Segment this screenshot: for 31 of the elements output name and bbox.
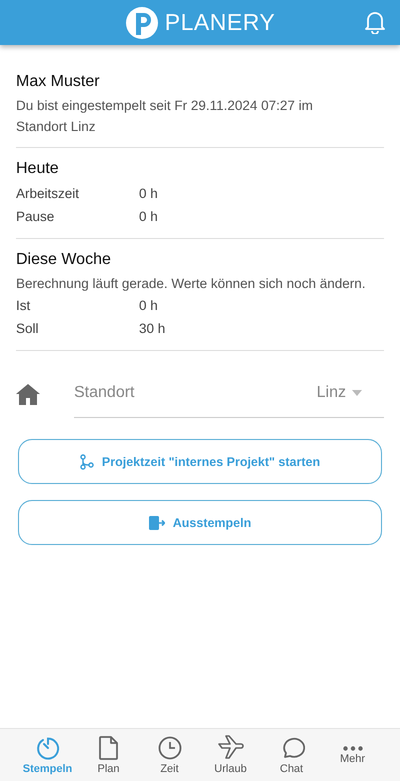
nav-tab[interactable]: Zeit — [139, 729, 200, 781]
row-value: 0 h — [139, 297, 158, 315]
app-title: PLANERY — [164, 9, 276, 36]
nav-tab[interactable]: Plan — [78, 729, 139, 781]
location-dropdown[interactable]: Standort Linz — [74, 369, 384, 418]
row-label: Ist — [16, 297, 32, 315]
logo-icon — [124, 6, 159, 40]
user-name: Max Muster — [16, 73, 101, 91]
nav-tab[interactable]: Chat — [261, 729, 322, 781]
section-title: Heute — [16, 160, 60, 178]
row-label: Pause — [16, 208, 56, 226]
home-icon — [16, 382, 40, 404]
clock-in-status: Du bist eingestempelt seit Fr 29.11.2024 07:27 im Standort Linz — [16, 97, 314, 136]
clock-icon — [156, 735, 182, 761]
stopwatch-icon — [34, 735, 60, 761]
notification-bell-icon[interactable] — [364, 10, 386, 34]
section-title: Diese Woche — [16, 251, 112, 269]
airplane-icon — [216, 735, 244, 761]
row-value: 0 h — [139, 208, 158, 226]
branch-icon — [80, 454, 94, 470]
calculation-note: Berechnung läuft gerade. Werte können sich noch ändern. — [16, 275, 366, 293]
row-value: 30 h — [139, 320, 166, 338]
row-value: 0 h — [139, 185, 158, 203]
row-label: Soll — [16, 320, 40, 338]
nav-tab[interactable]: Urlaub — [200, 729, 261, 781]
caret-icon — [352, 390, 362, 396]
more-icon — [342, 746, 362, 750]
row-label: Arbeitszeit — [16, 185, 80, 203]
exit-icon — [148, 516, 165, 530]
document-icon — [98, 735, 120, 761]
nav-tab[interactable]: Mehr — [322, 729, 383, 781]
